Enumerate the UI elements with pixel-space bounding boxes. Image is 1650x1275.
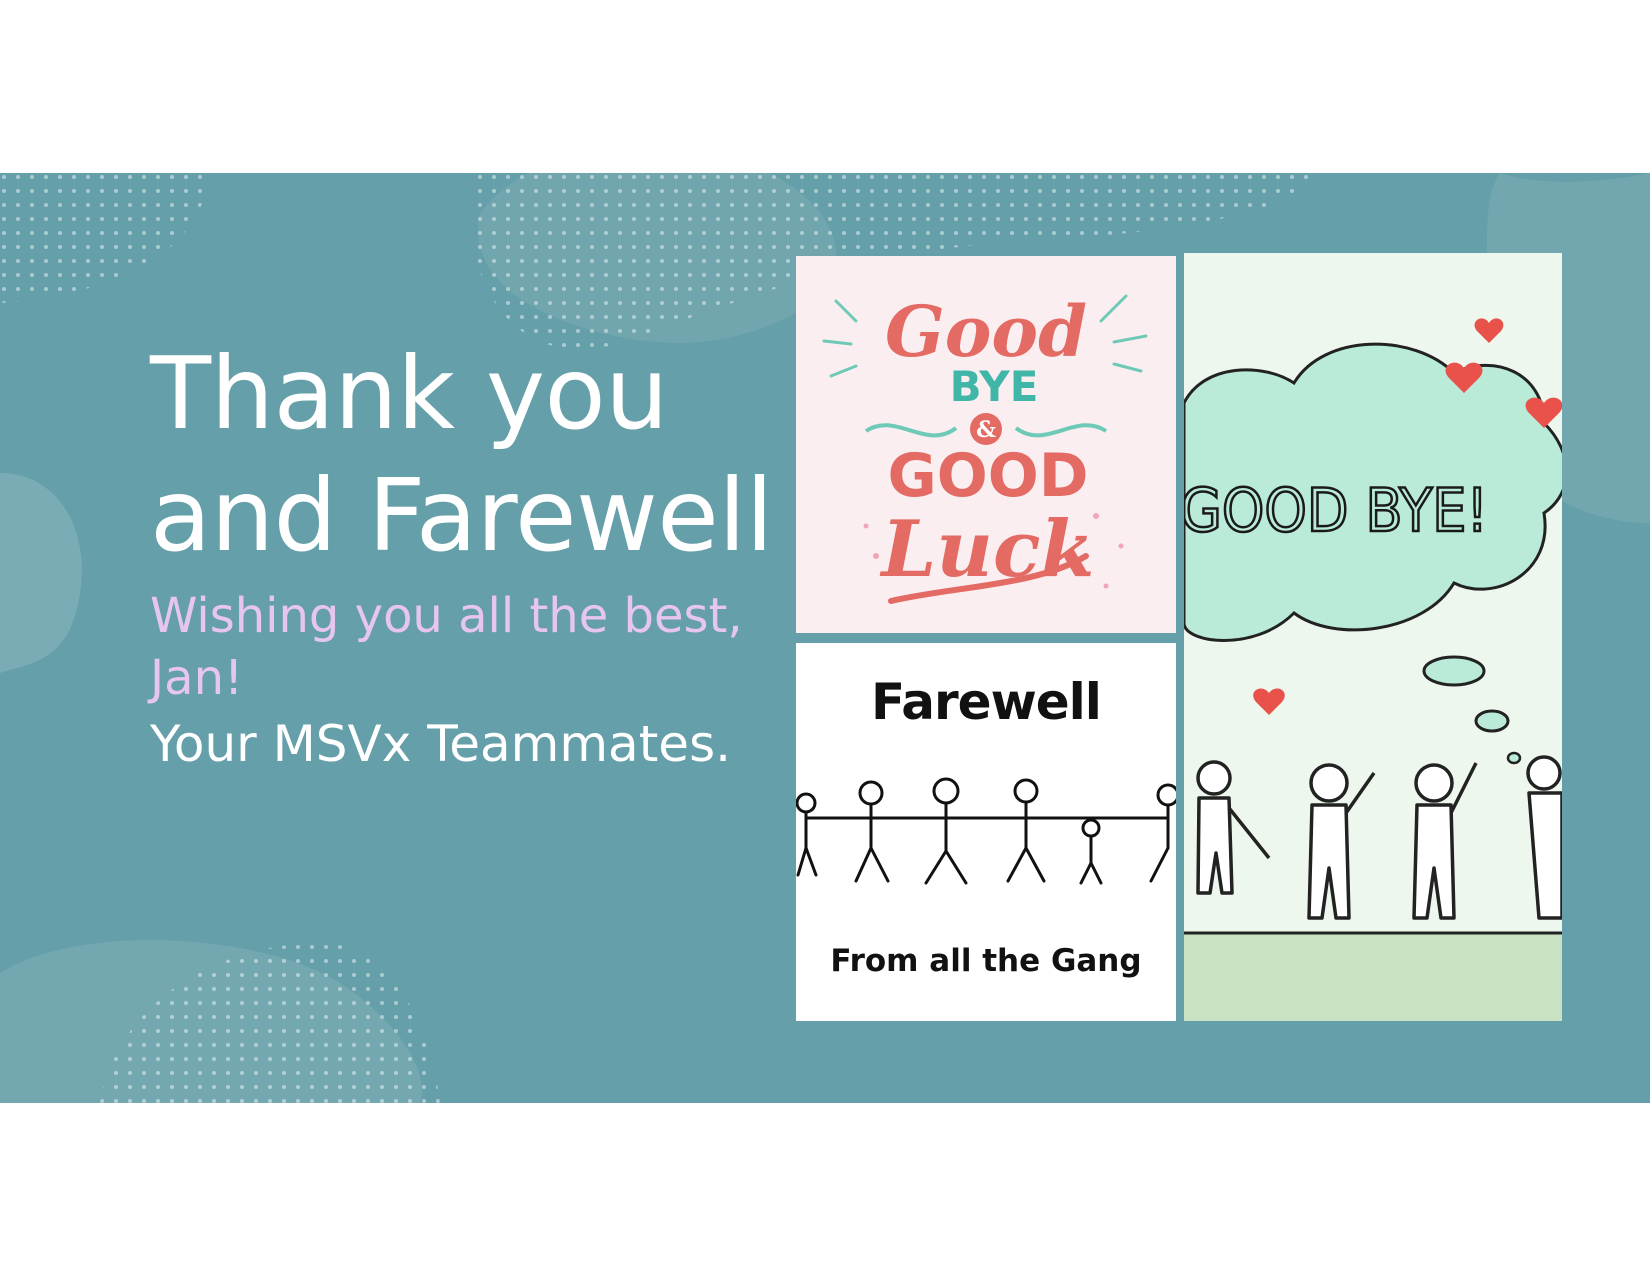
lettering-ampersand: & (976, 417, 996, 443)
slide-title: Thank you and Farewell (150, 333, 773, 577)
stick-figure (1006, 778, 1046, 883)
goodbye-bubble-image: GOOD BYE! (1184, 253, 1562, 1021)
lettering-good: Good (885, 290, 1087, 373)
stick-figure (854, 780, 890, 883)
subtitle: Wishing you all the best, Jan! (150, 588, 743, 706)
title-line-2: and Farewell (150, 457, 773, 574)
person-figure (1412, 762, 1478, 920)
text-block: Thank you and Farewell Wishing you all t… (150, 333, 773, 775)
farewell-title: Farewell (871, 673, 1102, 731)
farewell-gang-image: Farewell From all the Gang (796, 643, 1176, 1021)
heart-icon (1474, 318, 1504, 343)
ground (1184, 933, 1562, 1021)
signature: Your MSVx Teammates. (150, 715, 732, 773)
heart-icon (1253, 688, 1285, 715)
slide: Thank you and Farewell Wishing you all t… (0, 173, 1650, 1103)
goodbye-good-luck-image: Good BYE & GOOD Luck (796, 256, 1176, 633)
title-line-1: Thank you (150, 335, 669, 452)
person-figure (1196, 760, 1271, 895)
person-figure (1526, 755, 1562, 920)
stick-figure (796, 792, 818, 877)
stick-figures (796, 777, 1176, 885)
farewell-caption: From all the Gang (830, 943, 1142, 979)
people-figures (1196, 755, 1562, 920)
lettering-bye: BYE (950, 362, 1039, 411)
stick-figure (1079, 818, 1103, 885)
stick-figure (924, 777, 968, 885)
lettering-good-2: GOOD (887, 441, 1088, 511)
lettering-luck: Luck (879, 504, 1094, 595)
stick-figure (1149, 783, 1176, 883)
bubble-text: GOOD BYE! (1184, 476, 1488, 546)
person-figure (1307, 763, 1376, 920)
